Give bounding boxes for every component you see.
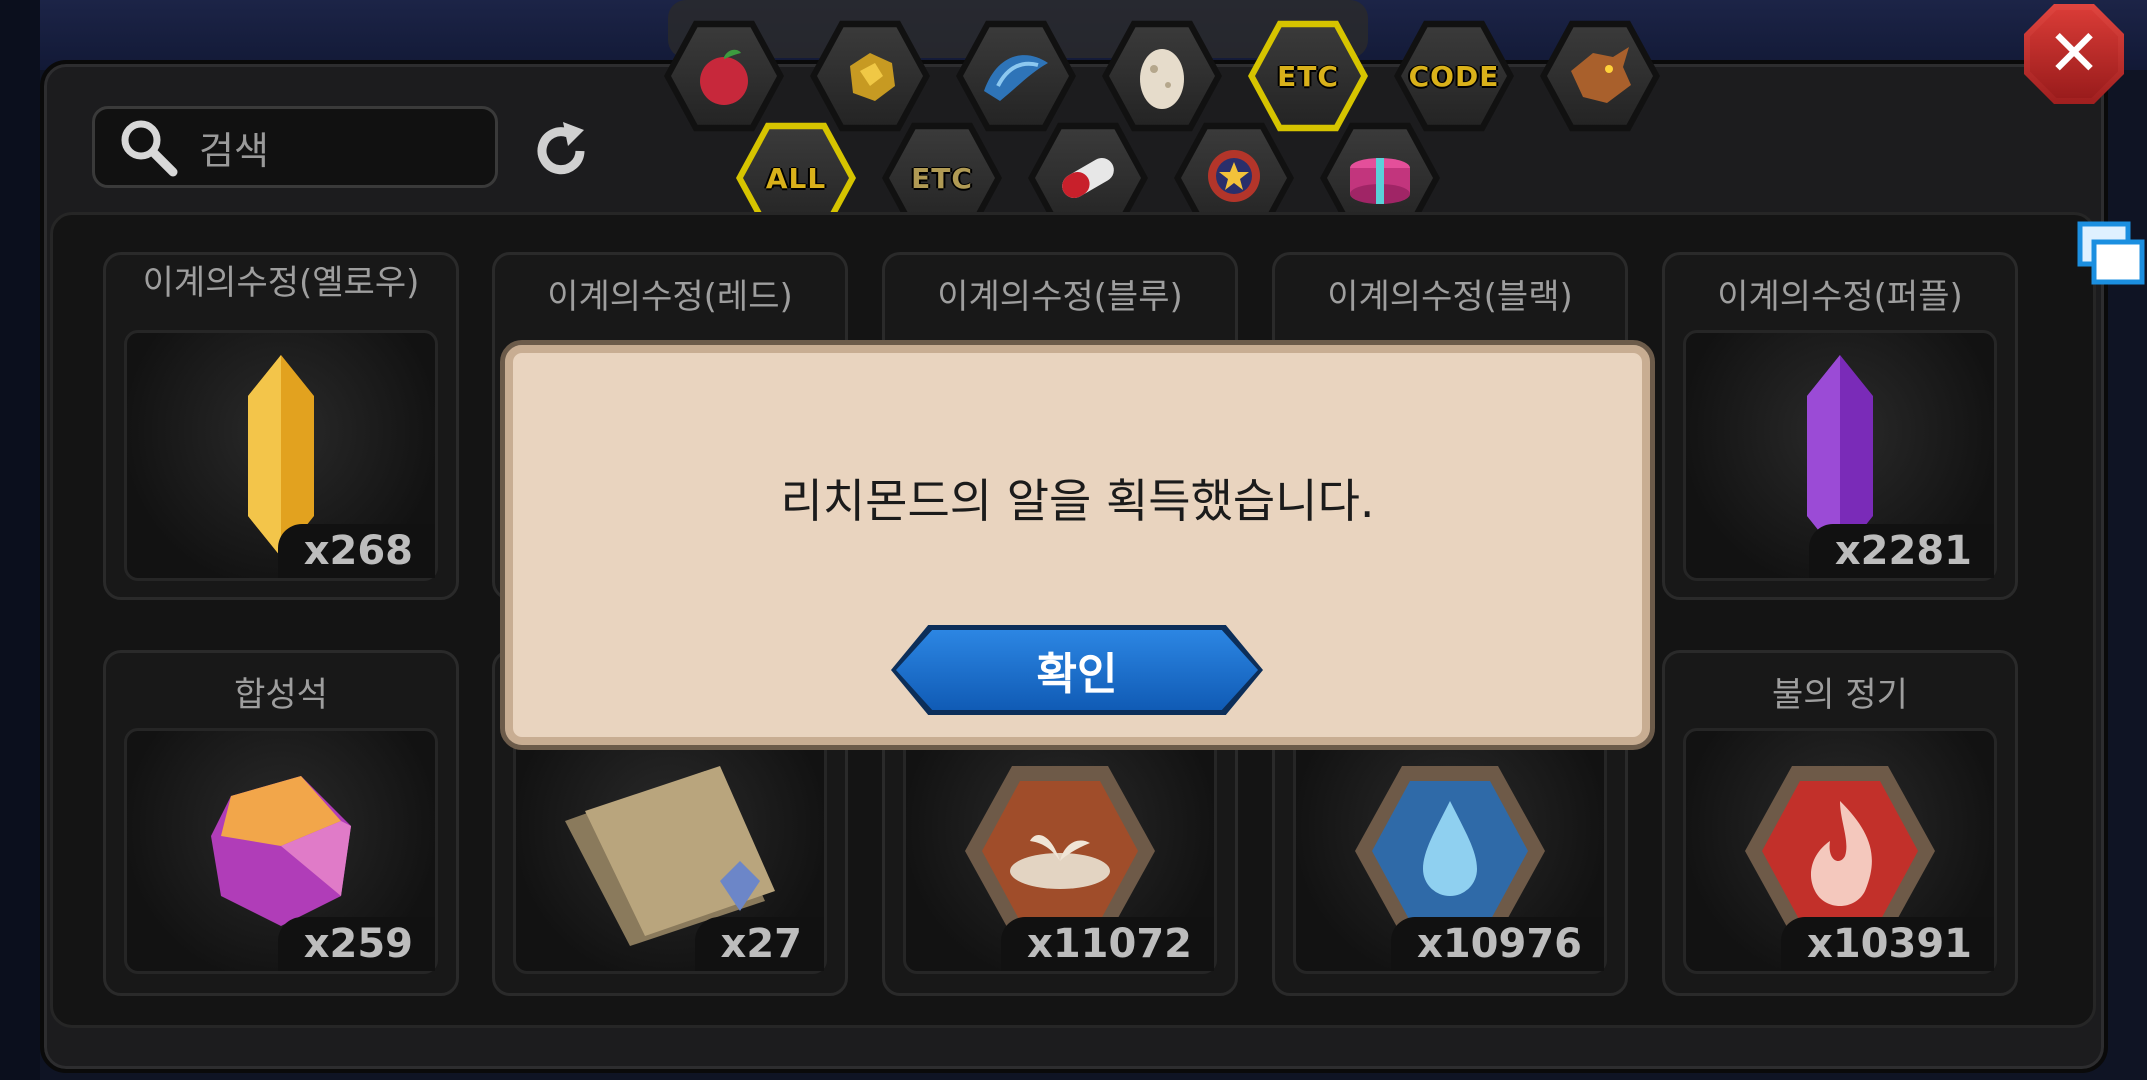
item-count: x268: [277, 524, 435, 578]
refresh-button[interactable]: [526, 116, 596, 186]
item-name: 이계의수정(퍼플): [1717, 277, 1963, 317]
item-count: x27: [694, 917, 824, 971]
item-name: 합성석: [234, 675, 328, 715]
windows-icon: [2077, 221, 2145, 285]
dragon-icon: [1571, 47, 1631, 103]
search-placeholder: 검색: [199, 128, 269, 173]
code-tab-label: CODE: [1408, 59, 1500, 93]
item-name: 이계의수정(옐로우): [142, 263, 420, 303]
item-count: x259: [277, 917, 435, 971]
item-name: 이계의수정(블랙): [1327, 277, 1573, 317]
etc-tab-label: ETC: [1277, 59, 1339, 93]
item-slot: x10976: [1293, 728, 1607, 974]
etc-subtab-label: ETC: [911, 161, 973, 195]
close-button[interactable]: ✕: [2024, 4, 2124, 104]
item-count: x10391: [1781, 917, 1994, 971]
item-slot: x2281: [1683, 330, 1997, 581]
search-input[interactable]: 검색: [92, 106, 498, 188]
all-subtab-label: ALL: [765, 161, 827, 195]
search-icon: [121, 120, 178, 177]
item-slot: x10391: [1683, 728, 1997, 974]
item-name: 이계의수정(레드): [547, 277, 793, 317]
item-name: 불의 정기: [1772, 675, 1908, 715]
item-slot: x11072: [903, 728, 1217, 974]
synthesis-stone-icon: [211, 776, 351, 926]
dialog-message: 리치몬드의 알을 획득했습니다.: [780, 474, 1375, 528]
blue-scale-icon: [984, 55, 1048, 101]
item-slot: x268: [124, 330, 438, 581]
close-icon: ✕: [2047, 17, 2101, 91]
medal-icon: [1208, 150, 1260, 202]
background-left: [0, 0, 40, 1080]
item-count: x2281: [1808, 524, 1994, 578]
confirm-button[interactable]: 확인: [891, 625, 1263, 715]
item-card[interactable]: 이계의수정(옐로우) x268: [103, 252, 459, 600]
gold-ore-icon: [850, 53, 895, 101]
item-count: x11072: [1001, 917, 1214, 971]
gift-box-icon: [1350, 158, 1410, 204]
fire-essence-icon: [1745, 766, 1935, 936]
egg-icon: [1140, 49, 1184, 109]
item-card[interactable]: 이계의수정(퍼플) x2281: [1662, 252, 2018, 600]
red-fruit-icon: [700, 49, 748, 105]
water-essence-icon: [1355, 766, 1545, 936]
notification-dialog: 리치몬드의 알을 획득했습니다. 확인: [500, 340, 1655, 750]
item-card[interactable]: 합성석 x259: [103, 650, 459, 996]
confirm-button-label: 확인: [896, 630, 1258, 710]
item-slot: x27: [513, 728, 827, 974]
item-card[interactable]: 불의 정기 x10391: [1662, 650, 2018, 996]
earth-essence-icon: [965, 766, 1155, 936]
window-mode-button[interactable]: [2076, 220, 2146, 290]
refresh-icon: [537, 122, 585, 175]
item-count: x10976: [1391, 917, 1604, 971]
item-name: 이계의수정(블루): [937, 277, 1183, 317]
pill-icon: [1062, 158, 1114, 198]
item-slot: x259: [124, 728, 438, 974]
